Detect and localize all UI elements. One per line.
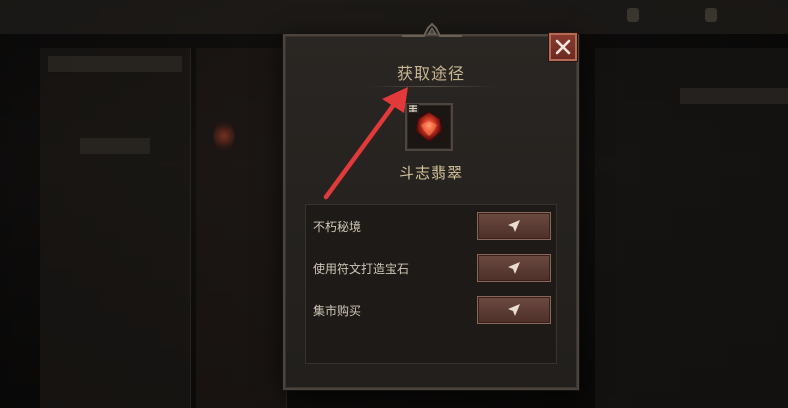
source-label: 不朽秘境 [313, 220, 362, 234]
close-icon [555, 39, 571, 55]
background-list-item [680, 88, 788, 104]
dialog-title: 获取途径 [396, 64, 465, 83]
dialog-top-ornament-icon [402, 22, 462, 37]
annotation-arrow-icon [323, 87, 408, 200]
close-button[interactable] [549, 33, 577, 61]
navigate-arrow-icon [508, 262, 520, 274]
background-gem-glow [213, 120, 235, 152]
source-row: 集市购买 [305, 292, 557, 326]
background-middle-panel [196, 48, 287, 408]
go-to-source-button[interactable] [477, 212, 551, 240]
source-label: 集市购买 [313, 304, 362, 318]
background-list-item [80, 138, 150, 154]
source-label: 使用符文打造宝石 [313, 262, 410, 276]
go-to-source-button[interactable] [477, 296, 551, 324]
background-currency-icon [705, 8, 717, 22]
source-row: 不朽秘境 [305, 208, 557, 242]
background-currency-icon [627, 8, 639, 22]
background-top-bar [0, 0, 788, 34]
background-panel-header [48, 56, 182, 72]
go-to-source-button[interactable] [477, 254, 551, 282]
navigate-arrow-icon [508, 220, 520, 232]
source-row: 使用符文打造宝石 [305, 250, 557, 284]
background-left-panel [40, 48, 191, 408]
game-screen: 获取途径 斗志翡翠 不朽秘境 使用符文打造宝石 集市购买 [0, 0, 788, 408]
navigate-arrow-icon [508, 304, 520, 316]
